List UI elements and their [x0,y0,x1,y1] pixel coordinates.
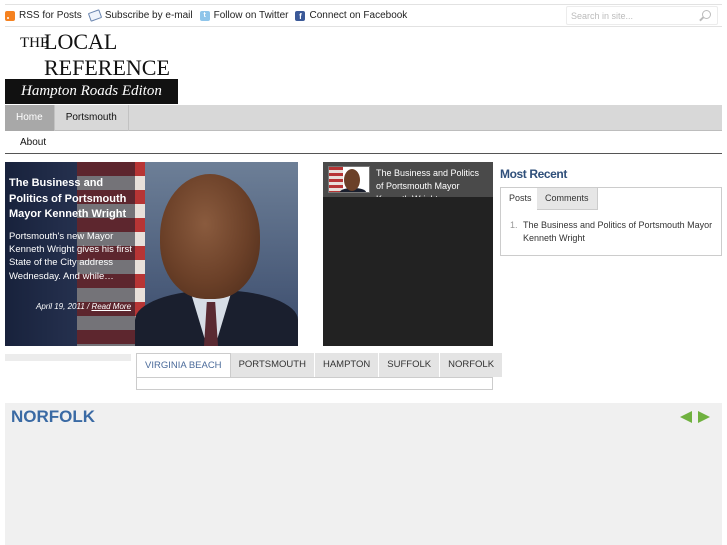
featured-slide[interactable]: The Business and Politics of Portsmouth … [5,162,298,346]
tab-suffolk[interactable]: SUFFOLK [379,353,441,377]
featured-title[interactable]: The Business and Politics of Portsmouth … [9,176,133,223]
thumbnail-image [328,166,370,193]
page: RSS for Posts Subscribe by e-mail t Foll… [0,0,727,545]
site-logo[interactable]: THE LOCAL REFERENCE Hampton Roads Editon [5,29,178,105]
main-nav: Home Portsmouth [5,105,722,131]
norfolk-section: NORFOLK [5,403,722,545]
recent-post-link[interactable]: The Business and Politics of Portsmouth … [523,219,715,245]
logo-edition: Hampton Roads Editon [5,79,178,104]
featured-meta: April 19, 2011 / Read More [36,302,131,311]
sub-nav: About [5,131,722,154]
thumbnail-title: The Business and Politics of Portsmouth … [376,168,480,197]
most-recent-tabs: Posts Comments 1. The Business and Polit… [500,187,722,256]
tab-portsmouth[interactable]: PORTSMOUTH [230,353,315,377]
thumbnail-item[interactable]: The Business and Politics of Portsmouth … [323,162,493,197]
next-arrow-icon[interactable] [698,411,710,423]
category-tab-panel [136,377,493,390]
rss-link[interactable]: RSS for Posts [5,10,82,21]
nav-item-about[interactable]: About [20,137,46,148]
most-recent-widget: Most Recent Posts Comments 1. The Busine… [500,162,722,256]
slider-thumbnails: The Business and Politics of Portsmouth … [323,162,493,346]
tab-virginia-beach[interactable]: VIRGINIA BEACH [136,353,231,377]
tab-norfolk[interactable]: NORFOLK [440,353,504,377]
facebook-link[interactable]: f Connect on Facebook [295,10,407,21]
facebook-label: Connect on Facebook [309,10,408,21]
featured-date: April 19, 2011 [36,302,85,311]
featured-excerpt: Portsmouth's new Mayor Kenneth Wright gi… [9,231,132,282]
search-input[interactable] [567,7,697,24]
read-more-link[interactable]: Read More [91,302,131,311]
email-label: Subscribe by e-mail [104,10,193,21]
logo-local: LOCAL [44,29,118,54]
nav-item-home[interactable]: Home [5,105,55,131]
search-box [566,6,718,25]
prev-arrow-icon[interactable] [680,411,692,423]
email-icon [87,9,102,22]
rss-label: RSS for Posts [19,10,82,21]
facebook-icon: f [295,10,306,21]
logo-reference: REFERENCE [44,55,170,80]
top-bar: RSS for Posts Subscribe by e-mail t Foll… [5,4,722,27]
photo-portrait [160,174,260,299]
tab-posts[interactable]: Posts [501,188,541,210]
category-tabs: VIRGINIA BEACH PORTSMOUTH HAMPTON SUFFOL… [136,353,504,390]
search-icon[interactable] [702,10,711,19]
category-tabs-row: VIRGINIA BEACH PORTSMOUTH HAMPTON SUFFOL… [136,353,504,377]
email-subscribe-link[interactable]: Subscribe by e-mail [87,9,193,22]
list-number: 1. [510,220,518,230]
twitter-label: Follow on Twitter [213,10,289,21]
section-title: NORFOLK [11,407,96,426]
twitter-link[interactable]: t Follow on Twitter [199,10,289,21]
rss-icon [5,10,15,21]
most-recent-title: Most Recent [500,167,567,181]
tab-comments[interactable]: Comments [537,188,598,210]
nav-item-portsmouth[interactable]: Portsmouth [55,105,129,131]
tab-hampton[interactable]: HAMPTON [314,353,380,377]
twitter-icon: t [199,10,210,21]
divider-bar [5,354,131,361]
